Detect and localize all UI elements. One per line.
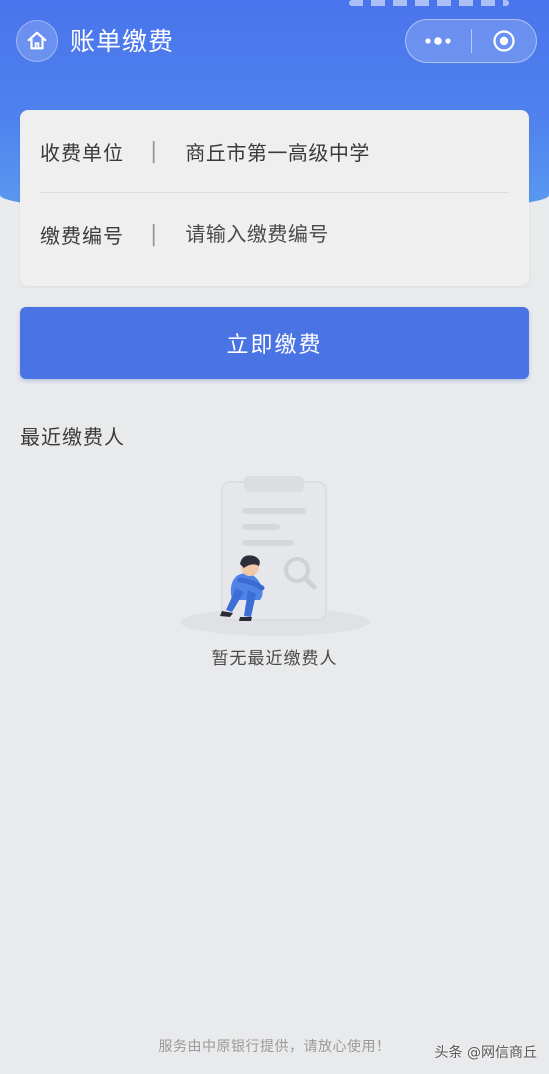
more-button[interactable] xyxy=(406,20,471,62)
field-separator: | xyxy=(150,221,158,247)
payment-number-label: 缴费编号 xyxy=(40,223,124,248)
empty-clipboard-illustration xyxy=(180,476,370,636)
close-button[interactable] xyxy=(472,20,537,62)
empty-state-text: 暂无最近缴费人 xyxy=(211,649,338,669)
payee-value: 商丘市第一高级中学 xyxy=(185,140,370,165)
status-bar xyxy=(349,0,509,6)
watermark: 头条 @网信商丘 xyxy=(434,1045,537,1061)
recent-payers-title: 最近缴费人 xyxy=(20,425,125,449)
field-separator: | xyxy=(150,138,158,164)
mini-program-capsule xyxy=(405,19,537,63)
payment-number-row: 缴费编号 | xyxy=(40,193,509,275)
page-title: 账单缴费 xyxy=(70,27,175,56)
payee-label: 收费单位 xyxy=(40,140,124,165)
home-button[interactable] xyxy=(16,20,58,62)
target-circle-icon xyxy=(493,30,515,52)
home-icon xyxy=(27,31,47,50)
payment-number-input[interactable] xyxy=(185,222,446,246)
more-dots-icon xyxy=(425,37,451,45)
payment-form-card: 收费单位 | 商丘市第一高级中学 缴费编号 | xyxy=(20,110,529,286)
payee-row[interactable]: 收费单位 | 商丘市第一高级中学 xyxy=(40,110,509,193)
pay-now-button[interactable]: 立即缴费 xyxy=(20,307,529,379)
